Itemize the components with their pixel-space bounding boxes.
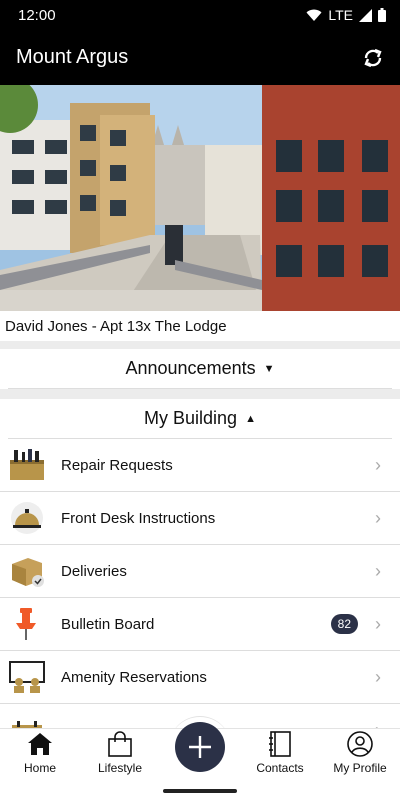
nav-my-profile[interactable]: My Profile — [320, 729, 400, 783]
add-button[interactable] — [175, 722, 225, 772]
section-divider — [0, 389, 400, 399]
shopping-bag-icon — [107, 730, 133, 758]
status-icons: LTE — [306, 7, 386, 23]
plus-icon — [189, 736, 211, 758]
clock: 12:00 — [18, 6, 56, 24]
package-icon — [0, 545, 54, 598]
list-item-label: Amenity Reservations — [61, 668, 207, 686]
caret-up-icon: ▲ — [245, 412, 256, 425]
list-item-repair-requests[interactable]: Repair Requests › — [0, 439, 400, 492]
wifi-icon — [306, 9, 322, 21]
nav-lifestyle[interactable]: Lifestyle — [80, 729, 160, 783]
service-bell-icon — [0, 492, 54, 545]
nav-my-profile-label: My Profile — [333, 761, 387, 775]
status-bar: 12:00 LTE — [0, 0, 400, 30]
chevron-right-icon: › — [375, 666, 381, 687]
notification-badge: 82 — [330, 614, 358, 634]
signal-icon — [359, 8, 372, 22]
announcements-header[interactable]: Announcements ▼ — [8, 349, 392, 389]
list-item-front-desk-instructions[interactable]: Front Desk Instructions › — [0, 492, 400, 545]
battery-icon — [378, 8, 386, 22]
list-item-label: Front Desk Instructions — [61, 509, 216, 527]
list-item-amenity-reservations[interactable]: Amenity Reservations › — [0, 651, 400, 704]
toolbox-icon — [0, 439, 54, 492]
pushpin-icon — [0, 598, 54, 651]
network-type: LTE — [328, 7, 353, 23]
announcements-label: Announcements — [125, 358, 256, 378]
list-item-label: Bulletin Board — [61, 615, 155, 633]
refresh-button[interactable] — [360, 45, 386, 71]
user-icon — [347, 730, 373, 758]
my-building-header[interactable]: My Building ▲ — [8, 399, 392, 439]
section-divider — [0, 341, 400, 349]
home-icon — [27, 730, 53, 758]
caret-down-icon: ▼ — [263, 362, 275, 375]
nav-home[interactable]: Home — [0, 729, 80, 783]
chevron-right-icon: › — [375, 454, 381, 475]
list-item-label: Repair Requests — [61, 456, 173, 474]
chevron-right-icon: › — [375, 613, 381, 634]
refresh-icon — [364, 48, 382, 67]
nav-home-label: Home — [23, 761, 56, 775]
list-item-deliveries[interactable]: Deliveries › — [0, 545, 400, 598]
building-photo — [0, 85, 400, 311]
calendar-icon — [0, 704, 54, 729]
resident-info: David Jones - Apt 13x The Lodge — [0, 311, 400, 341]
nav-contacts[interactable]: Contacts — [240, 729, 320, 783]
my-building-label: My Building — [144, 408, 238, 428]
home-gesture-handle[interactable] — [163, 789, 237, 793]
building-menu-list: Repair Requests › Front Desk Instruction… — [0, 439, 400, 729]
app-bar: Mount Argus — [0, 30, 400, 85]
nav-lifestyle-label: Lifestyle — [97, 761, 143, 775]
chevron-right-icon: › — [375, 507, 381, 528]
address-book-icon — [268, 730, 292, 758]
chevron-right-icon: › — [375, 560, 381, 581]
presentation-icon — [0, 651, 54, 704]
nav-contacts-label: Contacts — [256, 761, 304, 775]
list-item-label: Deliveries — [61, 562, 127, 580]
list-item-bulletin-board[interactable]: Bulletin Board 82 › — [0, 598, 400, 651]
app-title: Mount Argus — [16, 46, 129, 68]
